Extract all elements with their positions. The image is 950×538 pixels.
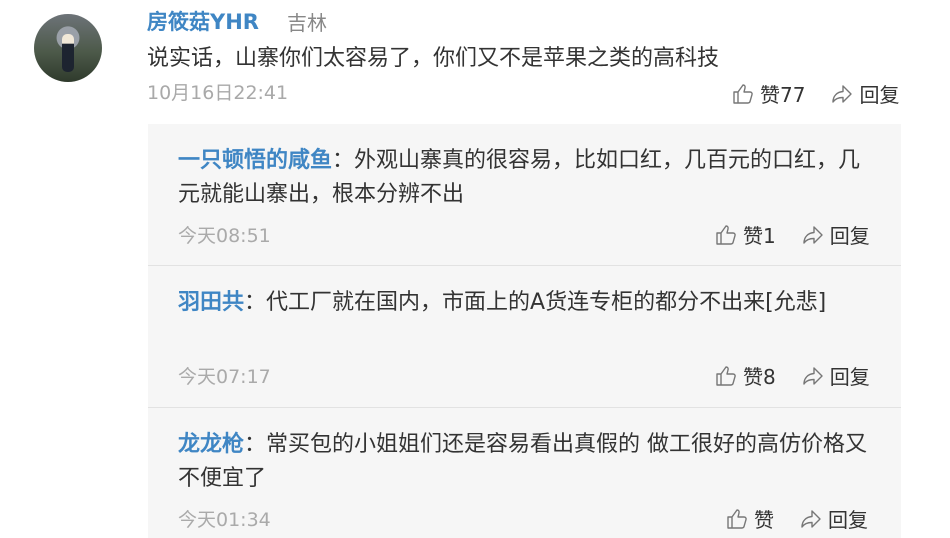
reply-button[interactable]: 回复 (828, 504, 868, 533)
reply-time: 今天07:17 (178, 366, 271, 388)
reply-list: 一只顿悟的咸鱼：外观山寨真的很容易，比如口红，几百元的口红，几元就能山寨出，根本… (148, 124, 901, 538)
thumbs-up-icon[interactable] (715, 365, 737, 387)
reply-actions: 赞 回复 (726, 504, 868, 533)
reply-author[interactable]: 一只顿悟的咸鱼 (178, 148, 332, 173)
reply-actions: 赞1 回复 (715, 220, 870, 249)
reply-text: 代工厂就在国内，市面上的A货连专柜的都分不出来[允悲] (266, 290, 827, 315)
avatar-figure (62, 34, 74, 72)
reply-item: 羽田共：代工厂就在国内，市面上的A货连专柜的都分不出来[允悲] 今天07:17 … (148, 266, 901, 407)
reply-item: 龙龙枪：常买包的小姐姐们还是容易看出真假的 做工很好的高仿价格又不便宜了 今天0… (148, 408, 901, 538)
comment-text: 说实话，山寨你们太容易了，你们又不是苹果之类的高科技 (147, 46, 720, 71)
share-arrow-icon[interactable] (800, 508, 822, 530)
like-button[interactable]: 赞 (754, 504, 774, 533)
reply-content: 一只顿悟的咸鱼：外观山寨真的很容易，比如口红，几百元的口红，几元就能山寨出，根本… (178, 148, 861, 207)
reply-time: 今天08:51 (178, 225, 271, 247)
comment-time: 10月16日22:41 (147, 82, 289, 104)
share-arrow-icon[interactable] (831, 83, 853, 105)
thumbs-up-icon[interactable] (726, 508, 748, 530)
reply-button[interactable]: 回复 (830, 361, 870, 390)
reply-time: 今天01:34 (178, 509, 271, 531)
comment-actions: 赞77 回复 (732, 79, 899, 108)
thumbs-up-icon[interactable] (732, 83, 754, 105)
like-button[interactable]: 赞1 (743, 220, 776, 249)
comment-location: 吉林 (287, 11, 327, 35)
share-arrow-icon[interactable] (802, 224, 824, 246)
reply-content: 羽田共：代工厂就在国内，市面上的A货连专柜的都分不出来[允悲] (178, 290, 827, 315)
like-button[interactable]: 赞8 (743, 361, 776, 390)
reply-button[interactable]: 回复 (830, 220, 870, 249)
comment-author[interactable]: 房筱菇YHR (147, 6, 259, 36)
share-arrow-icon[interactable] (802, 365, 824, 387)
reply-author[interactable]: 龙龙枪 (178, 432, 244, 457)
reply-content: 龙龙枪：常买包的小姐姐们还是容易看出真假的 做工很好的高仿价格又不便宜了 (178, 432, 868, 491)
reply-item: 一只顿悟的咸鱼：外观山寨真的很容易，比如口红，几百元的口红，几元就能山寨出，根本… (148, 124, 901, 265)
like-button[interactable]: 赞77 (760, 79, 805, 108)
reply-actions: 赞8 回复 (715, 361, 870, 390)
avatar[interactable] (34, 14, 102, 82)
reply-button[interactable]: 回复 (859, 79, 899, 108)
thumbs-up-icon[interactable] (715, 224, 737, 246)
reply-text: 常买包的小姐姐们还是容易看出真假的 做工很好的高仿价格又不便宜了 (178, 432, 868, 491)
reply-author[interactable]: 羽田共 (178, 290, 244, 315)
